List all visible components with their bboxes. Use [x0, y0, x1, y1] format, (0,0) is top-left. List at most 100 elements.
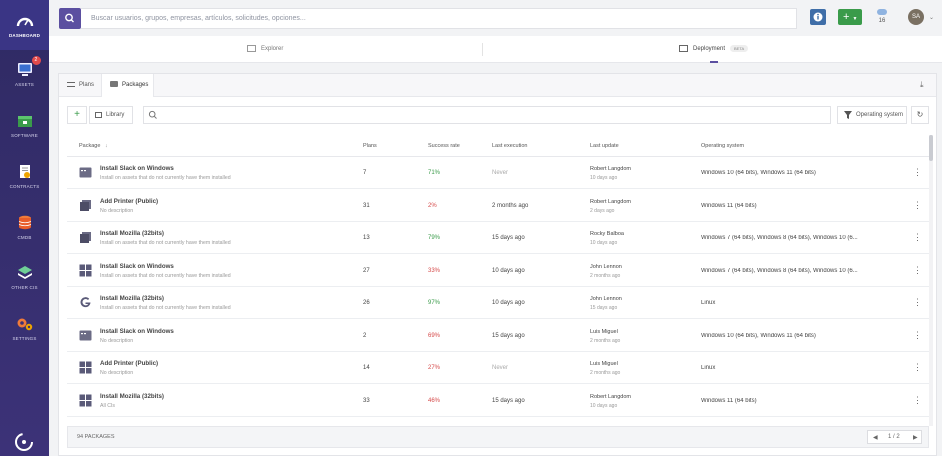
- column-plans[interactable]: Plans: [363, 143, 377, 149]
- sidebar-item-label: SOFTWARE: [0, 133, 49, 138]
- sidebar: DASHBOARD 2 ASSETS SOFTWARE CONTRACTS CM…: [0, 0, 49, 456]
- package-description: Install on assets that do not currently …: [100, 175, 231, 181]
- sidebar-item-other-cis[interactable]: OTHER CIS: [0, 265, 49, 290]
- success-rate: 27%: [428, 365, 440, 371]
- scrollbar-thumb[interactable]: [929, 135, 933, 161]
- success-rate: 71%: [428, 170, 440, 176]
- package-name[interactable]: Install Slack on Windows: [100, 165, 174, 172]
- row-menu-icon[interactable]: ⋮: [913, 297, 922, 308]
- plus-icon: +: [843, 11, 849, 23]
- column-success-rate[interactable]: Success rate: [428, 143, 460, 149]
- row-menu-icon[interactable]: ⋮: [913, 395, 922, 406]
- last-execution: 15 days ago: [492, 333, 525, 339]
- row-menu-icon[interactable]: ⋮: [913, 200, 922, 211]
- search-button[interactable]: [59, 8, 81, 29]
- table-row[interactable]: Install Slack on Windows Install on asset…: [67, 157, 929, 189]
- package-name[interactable]: Install Mozilla (32bits): [100, 295, 164, 302]
- operating-systems: Windows 7 (64 bits), Windows 8 (64 bits)…: [701, 235, 873, 241]
- package-description: Install on assets that do not currently …: [100, 240, 231, 246]
- beta-badge: BETA: [730, 45, 748, 52]
- download-icon[interactable]: ⤓: [920, 80, 930, 90]
- row-menu-icon[interactable]: ⋮: [913, 232, 922, 243]
- add-package-button[interactable]: +: [67, 106, 87, 124]
- next-page-icon[interactable]: ▶: [913, 434, 918, 441]
- row-menu-icon[interactable]: ⋮: [913, 265, 922, 276]
- tab-plans[interactable]: Plans: [59, 74, 101, 97]
- sidebar-item-software[interactable]: SOFTWARE: [0, 113, 49, 138]
- package-name[interactable]: Add Printer (Public): [100, 360, 158, 367]
- active-mode-indicator: [710, 61, 718, 63]
- tab-bar: Plans Packages ⤓: [59, 74, 936, 97]
- last-update-user: Luis Miguel: [590, 361, 618, 367]
- table-scrollbar[interactable]: [929, 135, 933, 426]
- sidebar-item-label: SETTINGS: [0, 336, 49, 341]
- global-search-input[interactable]: Buscar usuarios, grupos, empresas, artíc…: [81, 8, 797, 29]
- user-avatar[interactable]: SA: [908, 9, 924, 25]
- package-name[interactable]: Install Mozilla (32bits): [100, 393, 164, 400]
- sidebar-item-contracts[interactable]: CONTRACTS: [0, 164, 49, 189]
- table-row[interactable]: Add Printer (Public)No description1427%N…: [67, 352, 929, 384]
- table-row[interactable]: Add Printer (Public)No description312%2 …: [67, 190, 929, 222]
- sidebar-item-label: CONTRACTS: [0, 184, 49, 189]
- library-icon: [95, 112, 102, 118]
- table-row[interactable]: Install Slack on Windows Install on asset…: [67, 255, 929, 287]
- last-execution: Never: [492, 365, 508, 371]
- mode-deployment[interactable]: DeploymentBETA: [679, 45, 748, 52]
- mode-explorer[interactable]: Explorer: [247, 45, 283, 52]
- create-new-button[interactable]: +▼: [838, 9, 862, 25]
- notifications-button[interactable]: 16: [875, 9, 889, 24]
- package-name[interactable]: Install Slack on Windows: [100, 263, 174, 270]
- package-name[interactable]: Install Slack on Windows: [100, 328, 174, 335]
- row-menu-icon[interactable]: ⋮: [913, 330, 922, 341]
- search-icon: [148, 110, 158, 120]
- filter-icon: [844, 111, 852, 119]
- sidebar-item-settings[interactable]: SETTINGS: [0, 316, 49, 341]
- plans-count: 26: [363, 300, 370, 306]
- column-package[interactable]: Package ↓: [79, 143, 108, 149]
- table-row[interactable]: Install Slack on WindowsNo description26…: [67, 320, 929, 352]
- plans-count: 13: [363, 235, 370, 241]
- sidebar-item-assets[interactable]: 2 ASSETS: [0, 62, 49, 87]
- column-last-execution[interactable]: Last execution: [492, 143, 527, 149]
- last-update-time: 15 days ago: [590, 305, 617, 311]
- sidebar-item-cmdb[interactable]: CMDB: [0, 215, 49, 240]
- package-name[interactable]: Install Mozilla (32bits): [100, 230, 164, 237]
- package-count: 94 PACKAGES: [77, 434, 115, 440]
- row-menu-icon[interactable]: ⋮: [913, 362, 922, 373]
- table-row[interactable]: Install Mozilla (32bits)All CIs3346%15 d…: [67, 385, 929, 417]
- operating-systems: Windows 11 (64 bits): [701, 398, 873, 404]
- assets-count-badge: 2: [32, 56, 41, 65]
- sidebar-item-label: DASHBOARD: [0, 33, 49, 38]
- package-description: Install on assets that do not currently …: [100, 273, 231, 279]
- prev-page-icon[interactable]: ◀: [873, 434, 878, 441]
- table-footer: 94 PACKAGES ◀ 1 / 2 ▶: [67, 426, 929, 448]
- info-icon: [810, 9, 826, 25]
- info-button[interactable]: [810, 9, 826, 25]
- table-row[interactable]: Install Mozilla (32bits)Install on asset…: [67, 287, 929, 319]
- package-name[interactable]: Add Printer (Public): [100, 198, 158, 205]
- plans-count: 27: [363, 268, 370, 274]
- package-search-input[interactable]: [143, 106, 831, 124]
- column-last-update[interactable]: Last update: [590, 143, 619, 149]
- library-button[interactable]: Library: [89, 106, 133, 124]
- copy-package-icon: [79, 231, 92, 244]
- plans-count: 31: [363, 203, 370, 209]
- plans-count: 2: [363, 333, 366, 339]
- sidebar-item-dashboard[interactable]: DASHBOARD: [0, 0, 49, 50]
- last-update-time: 2 months ago: [590, 370, 620, 376]
- last-execution: 10 days ago: [492, 300, 525, 306]
- tab-packages[interactable]: Packages: [101, 74, 154, 97]
- package-description: No description: [100, 338, 133, 344]
- refresh-icon[interactable]: ↻: [911, 106, 929, 124]
- chevron-down-icon[interactable]: ⌄: [929, 14, 934, 21]
- windows-logo-icon: [79, 264, 92, 277]
- column-operating-system[interactable]: Operating system: [701, 143, 744, 149]
- os-filter-button[interactable]: Operating system: [837, 106, 907, 124]
- main-panel: Plans Packages ⤓ + Library Operating sys…: [58, 73, 937, 456]
- plans-count: 7: [363, 170, 366, 176]
- chevron-down-icon: ▼: [852, 16, 857, 22]
- table-row[interactable]: Install Mozilla (32bits) Install on asset…: [67, 222, 929, 254]
- dashboard-gauge-icon: [16, 13, 34, 29]
- row-menu-icon[interactable]: ⋮: [913, 167, 922, 178]
- packages-table: Package ↓ Plans Success rate Last execut…: [67, 135, 929, 426]
